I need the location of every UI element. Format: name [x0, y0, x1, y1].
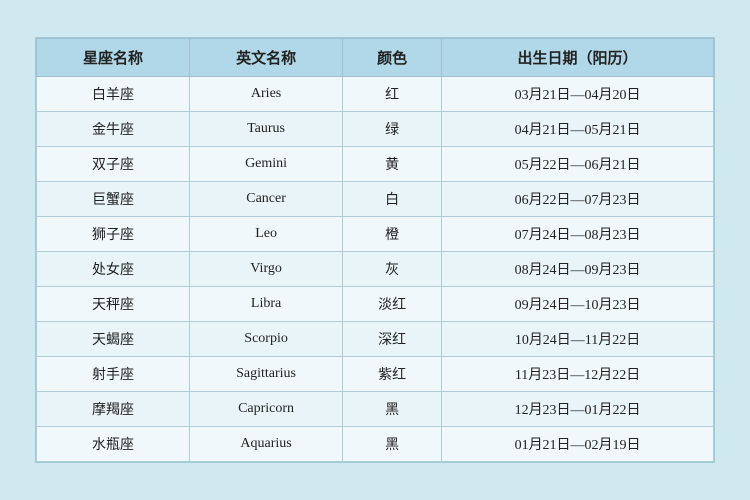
cell-chinese: 摩羯座	[37, 392, 190, 427]
cell-chinese: 金牛座	[37, 112, 190, 147]
cell-dates: 01月21日—02月19日	[442, 427, 714, 462]
table-body: 白羊座Aries红03月21日—04月20日金牛座Taurus绿04月21日—0…	[37, 77, 714, 462]
table-row: 天秤座Libra淡红09月24日—10月23日	[37, 287, 714, 322]
cell-chinese: 白羊座	[37, 77, 190, 112]
col-header-color: 颜色	[343, 39, 442, 77]
table-row: 水瓶座Aquarius黑01月21日—02月19日	[37, 427, 714, 462]
cell-chinese: 水瓶座	[37, 427, 190, 462]
cell-dates: 06月22日—07月23日	[442, 182, 714, 217]
cell-dates: 05月22日—06月21日	[442, 147, 714, 182]
table-row: 天蝎座Scorpio深红10月24日—11月22日	[37, 322, 714, 357]
cell-chinese: 巨蟹座	[37, 182, 190, 217]
cell-color: 黑	[343, 427, 442, 462]
cell-color: 灰	[343, 252, 442, 287]
col-header-dates: 出生日期（阳历）	[442, 39, 714, 77]
cell-dates: 08月24日—09月23日	[442, 252, 714, 287]
cell-dates: 07月24日—08月23日	[442, 217, 714, 252]
cell-english: Sagittarius	[190, 357, 343, 392]
cell-chinese: 双子座	[37, 147, 190, 182]
cell-english: Virgo	[190, 252, 343, 287]
zodiac-table: 星座名称 英文名称 颜色 出生日期（阳历） 白羊座Aries红03月21日—04…	[36, 38, 714, 462]
cell-english: Aquarius	[190, 427, 343, 462]
cell-english: Aries	[190, 77, 343, 112]
cell-color: 淡红	[343, 287, 442, 322]
table-header-row: 星座名称 英文名称 颜色 出生日期（阳历）	[37, 39, 714, 77]
col-header-chinese: 星座名称	[37, 39, 190, 77]
cell-chinese: 狮子座	[37, 217, 190, 252]
cell-color: 橙	[343, 217, 442, 252]
cell-color: 紫红	[343, 357, 442, 392]
col-header-english: 英文名称	[190, 39, 343, 77]
cell-color: 白	[343, 182, 442, 217]
cell-color: 绿	[343, 112, 442, 147]
cell-english: Cancer	[190, 182, 343, 217]
cell-english: Gemini	[190, 147, 343, 182]
table-row: 射手座Sagittarius紫红11月23日—12月22日	[37, 357, 714, 392]
cell-color: 深红	[343, 322, 442, 357]
cell-dates: 09月24日—10月23日	[442, 287, 714, 322]
cell-dates: 10月24日—11月22日	[442, 322, 714, 357]
cell-color: 红	[343, 77, 442, 112]
cell-dates: 11月23日—12月22日	[442, 357, 714, 392]
cell-dates: 03月21日—04月20日	[442, 77, 714, 112]
cell-english: Libra	[190, 287, 343, 322]
table-row: 摩羯座Capricorn黑12月23日—01月22日	[37, 392, 714, 427]
cell-english: Taurus	[190, 112, 343, 147]
cell-chinese: 天秤座	[37, 287, 190, 322]
zodiac-table-container: 星座名称 英文名称 颜色 出生日期（阳历） 白羊座Aries红03月21日—04…	[35, 37, 715, 463]
cell-english: Capricorn	[190, 392, 343, 427]
cell-dates: 04月21日—05月21日	[442, 112, 714, 147]
cell-english: Scorpio	[190, 322, 343, 357]
table-row: 巨蟹座Cancer白06月22日—07月23日	[37, 182, 714, 217]
cell-dates: 12月23日—01月22日	[442, 392, 714, 427]
table-row: 白羊座Aries红03月21日—04月20日	[37, 77, 714, 112]
table-row: 双子座Gemini黄05月22日—06月21日	[37, 147, 714, 182]
table-row: 狮子座Leo橙07月24日—08月23日	[37, 217, 714, 252]
cell-color: 黄	[343, 147, 442, 182]
table-row: 处女座Virgo灰08月24日—09月23日	[37, 252, 714, 287]
cell-color: 黑	[343, 392, 442, 427]
cell-chinese: 射手座	[37, 357, 190, 392]
cell-english: Leo	[190, 217, 343, 252]
table-row: 金牛座Taurus绿04月21日—05月21日	[37, 112, 714, 147]
cell-chinese: 天蝎座	[37, 322, 190, 357]
cell-chinese: 处女座	[37, 252, 190, 287]
